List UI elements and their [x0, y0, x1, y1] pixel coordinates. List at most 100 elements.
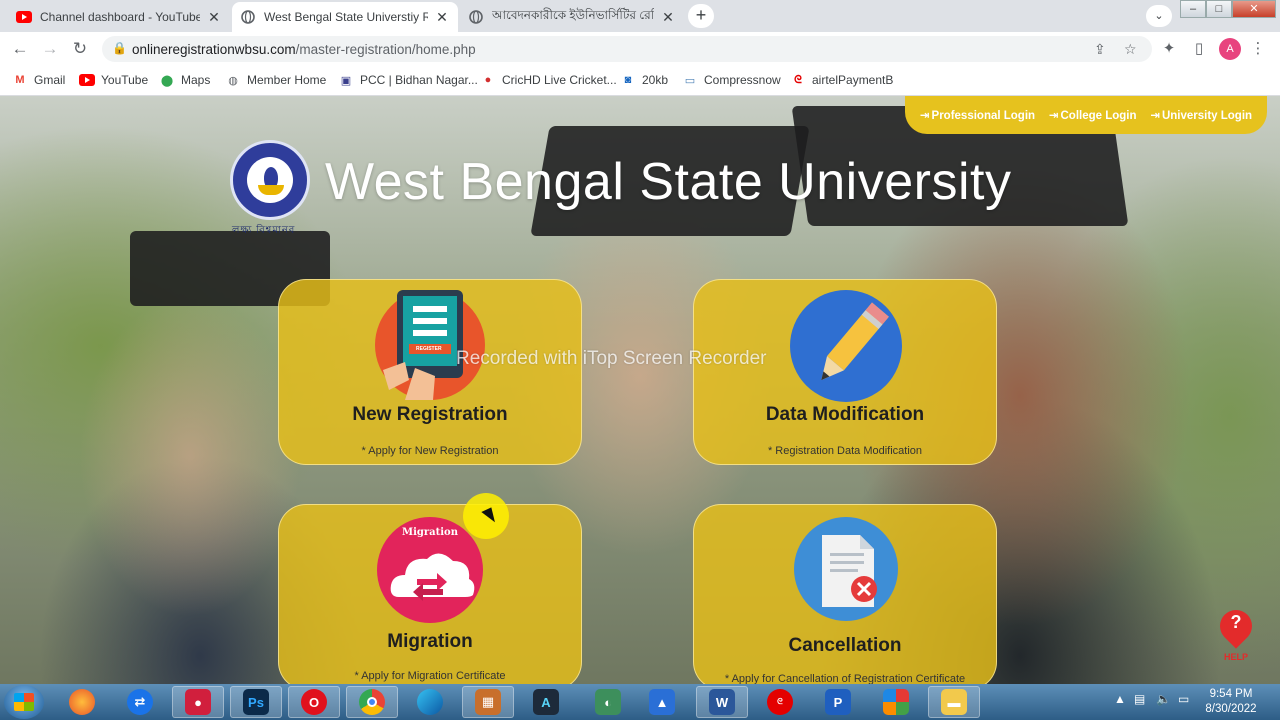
card-title: Cancellation: [788, 635, 902, 656]
taskbar-word[interactable]: W: [696, 686, 748, 718]
bookmark-star-icon[interactable]: ☆: [1124, 41, 1137, 58]
taskbar-maps-app[interactable]: ▲: [636, 686, 688, 718]
new-registration-card[interactable]: REGISTER New Registration * Apply for Ne…: [278, 279, 582, 465]
clock-time: 9:54 PM: [1209, 688, 1253, 700]
bookmark-member-home[interactable]: ◍ Member Home: [225, 72, 326, 88]
url-host: onlineregistrationwbsu.com: [132, 42, 296, 57]
battery-icon[interactable]: ▭: [1178, 692, 1189, 706]
tab-title: Channel dashboard - YouTube Studio: [40, 10, 200, 24]
data-modification-card[interactable]: Data Modification * Registration Data Mo…: [693, 279, 997, 465]
close-tab-icon[interactable]: ✕: [206, 9, 222, 26]
volume-icon[interactable]: 🔈: [1156, 692, 1171, 706]
taskbar-pay[interactable]: P: [812, 686, 864, 718]
address-bar[interactable]: 🔒 onlineregistrationwbsu.com/master-regi…: [102, 36, 1152, 62]
paint-icon: ▦: [475, 689, 501, 715]
url-text: onlineregistrationwbsu.com/master-regist…: [132, 42, 476, 57]
taskbar-airtel[interactable]: ᘓ: [754, 686, 806, 718]
taskbar-paint[interactable]: ▦: [462, 686, 514, 718]
youtube-icon: [79, 72, 95, 88]
tab-wbsu-registration[interactable]: West Bengal State Universtiy Registratio…: [232, 2, 458, 32]
taskbar-itop-recorder[interactable]: ●: [172, 686, 224, 718]
university-login-link[interactable]: ⇥ University Login: [1150, 108, 1252, 122]
reload-icon[interactable]: ↻: [68, 37, 92, 61]
taskbar-file-explorer[interactable]: ▬: [928, 686, 980, 718]
login-arrow-icon: ⇥: [1150, 110, 1160, 122]
tab-youtube-studio[interactable]: Channel dashboard - YouTube Studio ✕: [8, 2, 230, 32]
itop-recorder-icon: ●: [185, 689, 211, 715]
bookmark-label: Member Home: [247, 73, 327, 87]
system-clock[interactable]: 9:54 PM 8/30/2022: [1196, 687, 1266, 717]
gmail-icon: M: [15, 74, 25, 86]
bookmark-gmail[interactable]: M Gmail: [12, 72, 65, 88]
logo-emblem: [247, 157, 293, 203]
login-link-label: College Login: [1060, 110, 1137, 122]
page-content: ⇥ Professional Login ⇥ College Login ⇥ Univ…: [0, 96, 1280, 684]
help-button[interactable]: ? HELP: [1213, 603, 1259, 670]
minimize-icon[interactable]: –: [1180, 0, 1206, 18]
tab-search-button[interactable]: ⌄: [1146, 5, 1172, 27]
bookmark-youtube[interactable]: YouTube: [79, 72, 148, 88]
share-icon[interactable]: ⇪: [1094, 41, 1106, 58]
taskbar-meet[interactable]: ◐: [582, 686, 634, 718]
url-path: /master-registration/home.php: [295, 42, 476, 57]
login-links-bar: ⇥ Professional Login ⇥ College Login ⇥ Univ…: [905, 96, 1267, 134]
taskbar-apps-grid[interactable]: [870, 686, 922, 718]
bookmark-crichd[interactable]: ● CricHD Live Cricket...: [480, 72, 617, 88]
taskbar-edge[interactable]: [404, 686, 456, 718]
crichd-icon: ●: [484, 74, 492, 86]
bookmarks-bar: M Gmail YouTube ⬤ Maps ◍ Member Home ▣ PCC |…: [0, 66, 1280, 96]
migration-card[interactable]: Migration Migration * Apply for Migratio…: [278, 504, 582, 684]
taskbar-opera[interactable]: O: [288, 686, 340, 718]
new-tab-button[interactable]: +: [688, 4, 714, 28]
bookmark-label: Compressnow: [704, 73, 781, 87]
edge-icon: [417, 689, 443, 715]
card-subtitle: * Registration Data Modification: [767, 445, 923, 457]
extensions-puzzle-icon[interactable]: ✦: [1157, 37, 1181, 61]
start-button[interactable]: [4, 685, 44, 719]
menu-kebab-icon[interactable]: ⋮: [1246, 37, 1270, 61]
compress-icon: ▭: [684, 74, 696, 87]
profile-avatar[interactable]: A: [1219, 38, 1241, 60]
card-title: Data Modification: [765, 404, 925, 425]
close-tab-icon[interactable]: ✕: [434, 9, 450, 26]
action-center-icon[interactable]: ▤: [1134, 692, 1145, 706]
meet-icon: ◐: [595, 689, 621, 715]
tab-bengali-registration[interactable]: আবেদনকারীকে ইউনিভার্সিটির রেজিস্ট্রেশন ✕: [460, 2, 684, 32]
bookmark-label: airtelPaymentB: [812, 73, 894, 87]
side-panel-icon[interactable]: ▯: [1187, 37, 1211, 61]
forward-arrow-icon[interactable]: →: [38, 37, 62, 61]
back-arrow-icon[interactable]: ←: [8, 37, 32, 61]
globe-icon: [240, 9, 256, 25]
bookmark-airtel[interactable]: ᘓ airtelPaymentB: [790, 72, 893, 88]
taskbar-firefox[interactable]: [56, 686, 108, 718]
windows-logo-icon: [14, 693, 34, 711]
bookmark-20kb[interactable]: ◙ 20kb: [620, 72, 668, 88]
logo-motto: লক্ষ্য বিশ্বমানব: [232, 225, 296, 236]
lock-icon: 🔒: [112, 41, 127, 55]
card-subtitle: * Apply for New Registration: [361, 445, 499, 457]
professional-login-link[interactable]: ⇥ Professional Login: [920, 108, 1035, 122]
taskbar-chrome[interactable]: [346, 686, 398, 718]
show-hidden-icons[interactable]: ▲: [1114, 692, 1126, 706]
college-login-link[interactable]: ⇥ College Login: [1049, 108, 1137, 122]
tab-title: আবেদনকারীকে ইউনিভার্সিটির রেজিস্ট্রেশন: [492, 8, 654, 22]
file-explorer-icon: ▬: [941, 689, 967, 715]
taskbar-teamviewer[interactable]: ⇄: [114, 686, 166, 718]
pencil-icon: [790, 290, 902, 402]
card-subtitle: * Apply for Cancellation of Registration…: [724, 673, 966, 684]
cancellation-card[interactable]: Cancellation * Apply for Cancellation of…: [693, 504, 997, 684]
close-tab-icon[interactable]: ✕: [660, 9, 676, 26]
close-window-icon[interactable]: ✕: [1232, 0, 1276, 18]
maps-app-icon: ▲: [649, 689, 675, 715]
maximize-icon[interactable]: □: [1206, 0, 1232, 18]
page-title: West Bengal State University: [325, 153, 1012, 211]
bookmark-label: Maps: [181, 73, 211, 87]
bookmark-maps[interactable]: ⬤ Maps: [159, 72, 211, 88]
bookmark-compressnow[interactable]: ▭ Compressnow: [682, 72, 781, 88]
card-title: Migration: [387, 631, 473, 652]
taskbar-photoshop[interactable]: Ps: [230, 686, 282, 718]
bookmark-pcc[interactable]: ▣ PCC | Bidhan Nagar...: [338, 72, 478, 88]
login-link-label: Professional Login: [931, 110, 1036, 122]
taskbar-a-app[interactable]: A: [520, 686, 572, 718]
card-subtitle: * Apply for Migration Certificate: [354, 670, 506, 682]
